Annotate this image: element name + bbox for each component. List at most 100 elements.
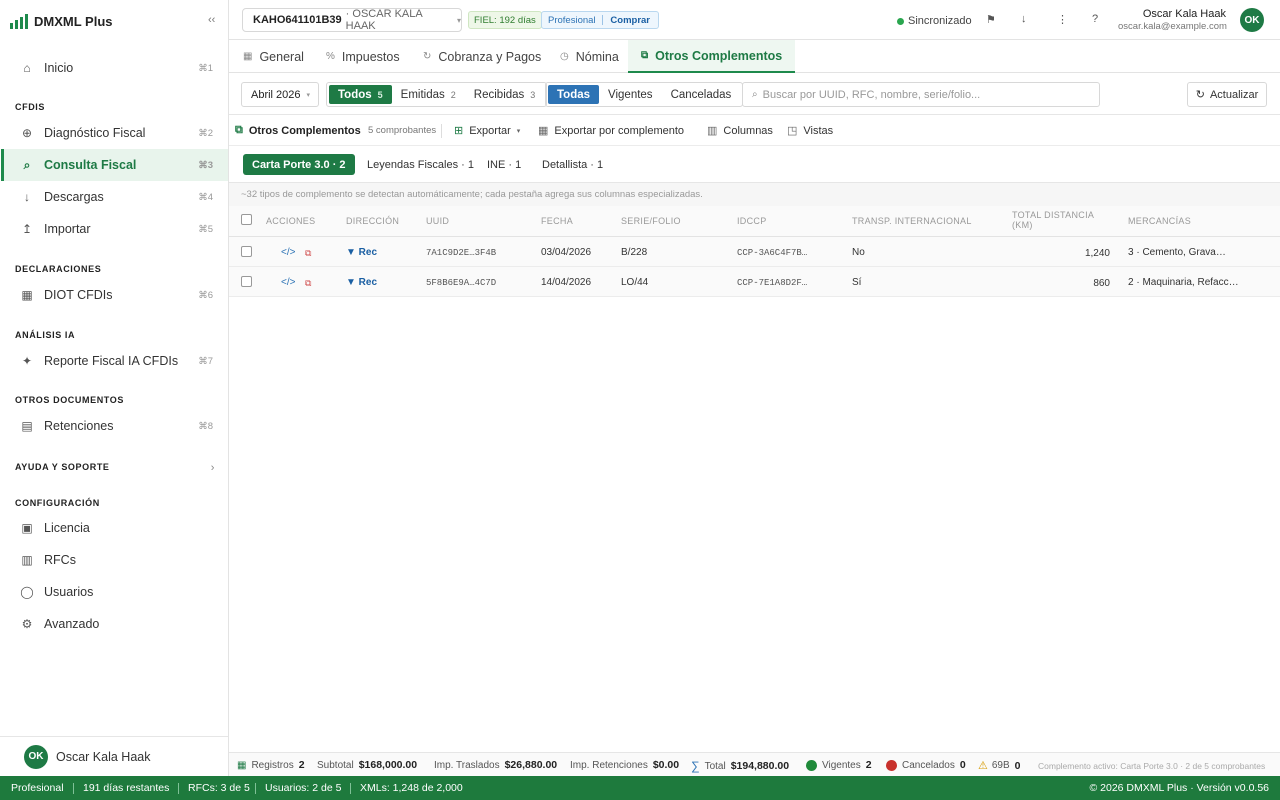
col-acciones[interactable]: ACCIONES: [266, 216, 315, 226]
columns-button[interactable]: ▥ Columnas: [707, 124, 773, 138]
subtotal-value: $168,000.00: [358, 759, 418, 771]
sidebar-item-usuarios[interactable]: ◯ Usuarios: [1, 576, 228, 608]
topbar: KAHO641101B39 · OSCAR KALA HAAK ▾ FIEL: …: [229, 0, 1280, 40]
filter-todos[interactable]: Todos 5: [329, 85, 392, 104]
total-value: $194,880.00: [730, 760, 790, 772]
grid-icon: ▦: [21, 288, 33, 302]
table-header: ACCIONES DIRECCIÓN UUID FECHA SERIE/FOLI…: [229, 206, 1280, 237]
pdf-icon[interactable]: ⧉: [305, 248, 311, 259]
warning-icon: ⚠: [978, 760, 988, 772]
tab-impuestos[interactable]: % Impuestos: [326, 40, 400, 73]
uuid-cell[interactable]: 7A1C9D2E…3F4B: [426, 248, 496, 258]
mercancias-cell: 3 · Cemento, Grava…: [1128, 247, 1226, 258]
info-note: ~32 tipos de complemento se detectan aut…: [229, 183, 1280, 206]
columns-label: Columnas: [723, 124, 773, 137]
row-checkbox[interactable]: [241, 276, 252, 287]
col-serie[interactable]: SERIE/FOLIO: [621, 216, 681, 226]
subtab-ine[interactable]: INE · 1: [487, 154, 521, 175]
tab-nomina[interactable]: ◷ Nómina: [560, 40, 619, 73]
sidebar-item-inicio[interactable]: ⌂ Inicio ⌘1: [1, 52, 228, 84]
chevron-down-icon: ▾: [516, 127, 521, 135]
cancelled-status-icon: [886, 759, 897, 771]
sidebar-user[interactable]: OK Oscar Kala Haak: [0, 736, 228, 776]
filter-canceladas[interactable]: Canceladas: [662, 85, 741, 104]
collapse-sidebar-icon[interactable]: ‹‹: [208, 14, 215, 26]
spreadsheet-icon: ⊞: [454, 125, 464, 137]
download-icon[interactable]: ↓: [1021, 13, 1027, 25]
columns-icon: ▥: [707, 125, 718, 137]
flag-icon[interactable]: ⚑: [986, 13, 996, 26]
subtab-leyendas[interactable]: Leyendas Fiscales · 1: [367, 154, 474, 175]
filter-vigentes[interactable]: Vigentes: [599, 85, 662, 104]
user-name: Oscar Kala Haak: [56, 749, 151, 764]
sidebar-item-diagnostico[interactable]: ⊕ Diagnóstico Fiscal ⌘2: [1, 117, 228, 149]
traslados-value: $26,880.00: [504, 759, 558, 771]
col-mercancias[interactable]: MERCANCÍAS: [1128, 216, 1191, 226]
refresh-button[interactable]: ↻ Actualizar: [1187, 82, 1267, 107]
col-transp[interactable]: TRANSP. INTERNACIONAL: [852, 216, 972, 226]
sidebar-item-reporte[interactable]: ✦ Reporte Fiscal IA CFDIs ⌘7: [1, 345, 228, 377]
tab-general[interactable]: ▦ General: [243, 40, 304, 73]
transp-cell: Sí: [852, 277, 862, 288]
sidebar-item-label: Descargas: [44, 190, 104, 204]
filter-todas[interactable]: Todas: [548, 85, 600, 104]
count-badge: 2: [450, 89, 456, 100]
avatar[interactable]: OK: [1240, 8, 1264, 32]
tab-cobranza[interactable]: ↻ Cobranza y Pagos: [423, 40, 541, 73]
views-button[interactable]: ◳ Vistas: [787, 124, 833, 138]
search-input[interactable]: ⌕ Buscar por UUID, RFC, nombre, serie/fo…: [742, 82, 1100, 107]
filter-recibidas[interactable]: Recibidas 3: [465, 85, 545, 104]
table-row[interactable]: </> ⧉ ▼ Rec 5F8B6E9A…4C7D 14/04/2026 LO/…: [229, 267, 1280, 297]
app-name: DMXML Plus: [34, 13, 113, 29]
export-by-complement-button[interactable]: ▦ Exportar por complemento: [538, 124, 684, 138]
active-complement-note: Complemento activo: Carta Porte 3.0 · 2 …: [1038, 761, 1266, 771]
filters-bar: Abril 2026 ▾ Todos 5 Emitidas 2 Recibida…: [229, 73, 1280, 115]
select-all-checkbox[interactable]: [241, 214, 252, 225]
footer-traslados: Imp. Traslados $26,880.00: [434, 759, 557, 771]
tab-otros-complementos[interactable]: ⧉ Otros Complementos: [628, 40, 796, 73]
sidebar-item-consulta[interactable]: ⌕ Consulta Fiscal ⌘3: [1, 149, 228, 181]
avatar: OK: [24, 744, 48, 769]
footer-retenciones: Imp. Retenciones $0.00: [570, 759, 679, 771]
subtab-carta-porte[interactable]: Carta Porte 3.0 · 2: [243, 154, 355, 175]
export-button[interactable]: ⊞ Exportar ▾: [454, 124, 521, 138]
brand[interactable]: DMXML Plus: [10, 10, 113, 32]
month-selector[interactable]: Abril 2026 ▾: [241, 82, 319, 107]
topbar-user[interactable]: Oscar Kala Haak oscar.kala@example.com: [1118, 8, 1227, 32]
mercancias-cell: 2 · Maquinaria, Refacc…: [1128, 277, 1239, 288]
sidebar-item-diot[interactable]: ▦ DIOT CFDIs ⌘6: [1, 279, 228, 311]
buy-link[interactable]: Comprar: [602, 15, 658, 26]
grid-icon: ▦: [243, 51, 253, 62]
col-uuid[interactable]: UUID: [426, 216, 449, 226]
total-label: Total: [704, 760, 726, 772]
sidebar-item-avanzado[interactable]: ⚙ Avanzado: [1, 608, 228, 640]
col-fecha[interactable]: FECHA: [541, 216, 573, 226]
row-checkbox[interactable]: [241, 246, 252, 257]
sidebar-item-descargas[interactable]: ↓ Descargas ⌘4: [1, 181, 228, 213]
fecha-cell: 14/04/2026: [541, 277, 592, 288]
sidebar-item-rfcs[interactable]: ▥ RFCs: [1, 544, 228, 576]
uuid-cell[interactable]: 5F8B6E9A…4C7D: [426, 278, 496, 288]
retenciones-value: $0.00: [652, 759, 680, 771]
col-idccp[interactable]: IDCCP: [737, 216, 767, 226]
more-vertical-icon[interactable]: ⋮: [1057, 13, 1068, 26]
help-icon[interactable]: ?: [1092, 13, 1098, 25]
section-cfdis: CFDIS: [15, 102, 45, 112]
chevron-down-icon: ▾: [306, 91, 311, 99]
subtab-detallista[interactable]: Detallista · 1: [542, 154, 603, 175]
sidebar-item-licencia[interactable]: ▣ Licencia: [1, 512, 228, 544]
status-dot-icon: [897, 17, 904, 25]
pdf-icon[interactable]: ⧉: [305, 278, 311, 289]
section-ayuda[interactable]: AYUDA Y SOPORTE ›: [15, 462, 215, 474]
col-distancia[interactable]: TOTAL DISTANCIA (KM): [1012, 210, 1100, 230]
x69b-value: 0: [1014, 759, 1021, 772]
sidebar-item-retenciones[interactable]: ▤ Retenciones ⌘8: [1, 410, 228, 442]
sum-icon: ∑: [691, 759, 700, 773]
view-xml-icon[interactable]: </>: [281, 247, 295, 258]
view-xml-icon[interactable]: </>: [281, 277, 295, 288]
filter-emitidas[interactable]: Emitidas 2: [392, 85, 465, 104]
table-row[interactable]: </> ⧉ ▼ Rec 7A1C9D2E…3F4B 03/04/2026 B/2…: [229, 237, 1280, 267]
rfc-selector[interactable]: KAHO641101B39 · OSCAR KALA HAAK ▾: [242, 8, 462, 32]
col-direccion[interactable]: DIRECCIÓN: [346, 216, 399, 226]
sidebar-item-importar[interactable]: ↥ Importar ⌘5: [1, 213, 228, 245]
